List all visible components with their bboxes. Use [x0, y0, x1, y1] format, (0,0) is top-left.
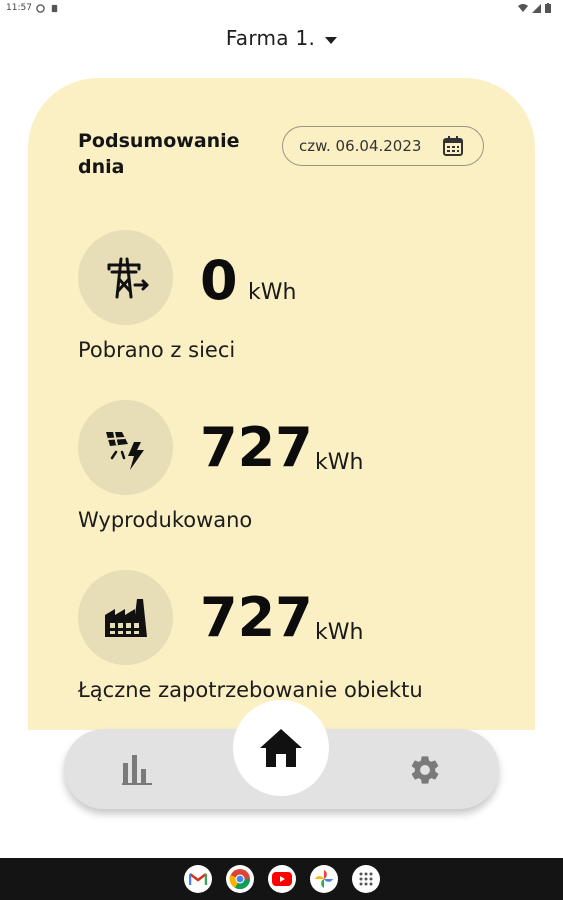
status-bar: 11:57: [0, 0, 563, 18]
factory-icon: [104, 598, 147, 637]
calendar-icon: [443, 136, 463, 156]
summary-title-line2: dnia: [78, 156, 125, 178]
metric-produced: 727 kWh Wyprodukowano: [78, 400, 518, 540]
metric-icon-circle: [78, 570, 173, 665]
signal-icon: [532, 3, 541, 13]
farm-label: Farma 1.: [225, 26, 316, 50]
farm-selector[interactable]: Farma 1.: [0, 26, 563, 50]
metric-label: Wyprodukowano: [78, 508, 253, 532]
daily-summary-card: Podsumowanie dnia czw. 06.04.2023 0 kWh …: [28, 78, 535, 730]
solar-panel-bolt-icon: [105, 431, 144, 470]
status-time: 11:57: [6, 3, 32, 13]
metric-value: 727: [200, 586, 313, 649]
metric-unit: kWh: [248, 280, 297, 305]
battery-icon: [545, 3, 551, 13]
summary-title-line1: Podsumowanie: [78, 130, 240, 152]
system-taskbar: [0, 858, 563, 900]
summary-title: Podsumowanie dnia: [78, 128, 240, 180]
metric-total-demand: 727 kWh Łączne zapotrzebowanie obiektu: [78, 570, 518, 710]
metric-value: 727: [200, 416, 313, 479]
gear-icon[interactable]: [408, 753, 442, 787]
wifi-icon: [518, 3, 528, 12]
notification-icon: [36, 4, 45, 13]
power-tower-icon: [107, 257, 148, 298]
bar-chart-icon[interactable]: [122, 755, 152, 785]
home-icon: [260, 729, 302, 767]
youtube-icon[interactable]: [268, 865, 296, 893]
gmail-icon[interactable]: [184, 865, 212, 893]
date-text: czw. 06.04.2023: [299, 137, 422, 155]
photos-icon[interactable]: [310, 865, 338, 893]
metric-label: Łączne zapotrzebowanie obiektu: [78, 678, 423, 702]
home-nav-button[interactable]: [233, 700, 329, 796]
metric-unit: kWh: [315, 620, 364, 645]
metric-unit: kWh: [315, 450, 364, 475]
date-picker-button[interactable]: czw. 06.04.2023: [282, 126, 484, 166]
metric-value: 0: [200, 249, 238, 312]
app-drawer-icon[interactable]: [352, 865, 380, 893]
metric-icon-circle: [78, 230, 173, 325]
metric-grid-import: 0 kWh Pobrano z sieci: [78, 230, 518, 370]
metric-icon-circle: [78, 400, 173, 495]
metric-label: Pobrano z sieci: [78, 338, 236, 362]
sim-icon: [51, 4, 58, 13]
chrome-icon[interactable]: [226, 865, 254, 893]
dropdown-caret-icon: [325, 37, 338, 44]
